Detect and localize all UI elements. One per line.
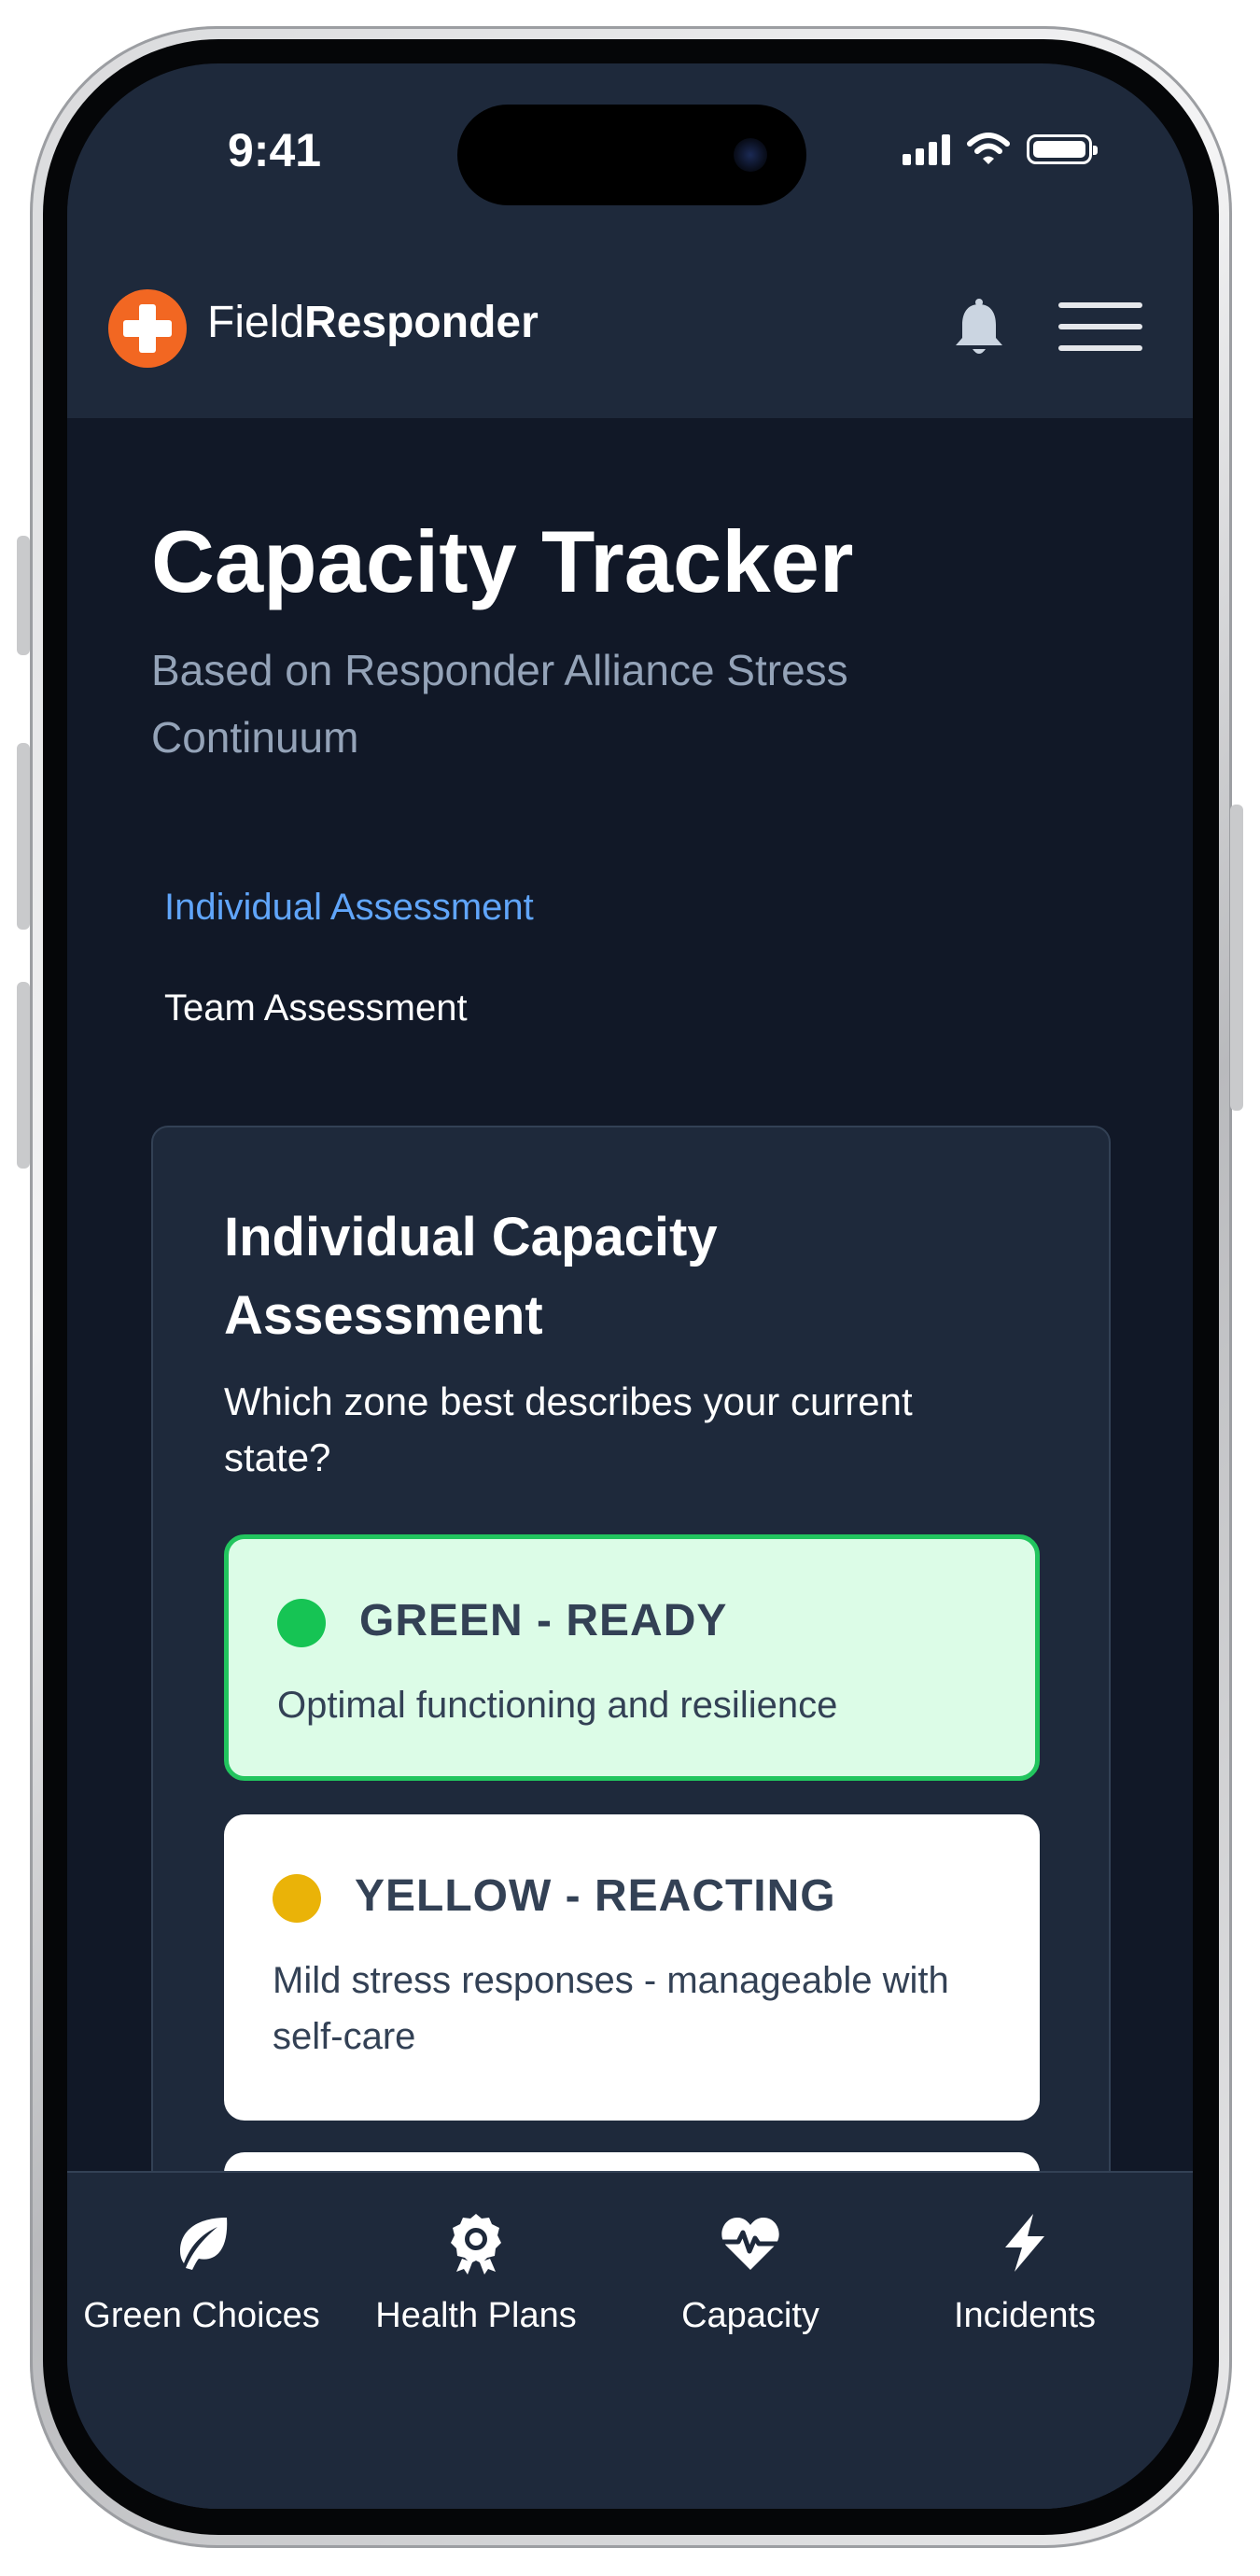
status-time: 9:41 — [228, 124, 322, 176]
battery-icon — [1027, 134, 1098, 164]
tab-individual-assessment[interactable]: Individual Assessment — [164, 887, 534, 929]
action-button — [17, 536, 30, 655]
zone-description: Mild stress responses - manageable with … — [273, 1960, 949, 2057]
brand-name-bold: Responder — [304, 298, 539, 347]
card-title: Individual Capacity Assessment — [224, 1207, 718, 1346]
medical-cross-logo-icon[interactable] — [108, 289, 187, 368]
award-badge-icon — [451, 2214, 501, 2275]
card-question: Which zone best describes your current s… — [224, 1379, 913, 1479]
wifi-icon — [967, 133, 1010, 164]
volume-up-button — [17, 743, 30, 930]
nav-item-health-plans[interactable]: Health Plans — [336, 2210, 616, 2336]
page-title: Capacity Tracker — [151, 512, 854, 610]
green-status-dot — [277, 1599, 326, 1647]
volume-down-button — [17, 982, 30, 1169]
power-button — [1230, 805, 1243, 1111]
zone-name: GREEN - READY — [359, 1596, 728, 1645]
brand-name-light: Field — [207, 298, 305, 347]
nav-label: Green Choices — [83, 2296, 320, 2335]
leaf-icon — [180, 2218, 228, 2270]
cellular-signal-icon — [903, 133, 950, 165]
hamburger-menu-icon[interactable] — [1058, 302, 1142, 358]
zone-option-yellow[interactable]: YELLOW - REACTING Mild stress responses … — [224, 1814, 1040, 2121]
dynamic-island — [457, 105, 806, 205]
tab-team-assessment[interactable]: Team Assessment — [164, 987, 468, 1029]
zone-option-green[interactable]: GREEN - READY Optimal functioning and re… — [224, 1534, 1040, 1781]
bell-icon[interactable] — [946, 297, 1012, 362]
nav-item-green-choices[interactable]: Green Choices — [67, 2210, 342, 2336]
page-subtitle: Based on Responder Alliance Stress Conti… — [151, 646, 848, 762]
nav-label: Health Plans — [375, 2296, 577, 2335]
status-icons — [903, 133, 1098, 166]
heart-pulse-icon — [721, 2218, 779, 2270]
nav-label: Incidents — [953, 2296, 1097, 2335]
phone-screen: 9:41 FieldResponder Capacity Tracker Bas… — [67, 63, 1193, 2509]
lightning-bolt-icon — [1005, 2214, 1044, 2272]
nav-label: Capacity — [681, 2296, 819, 2335]
nav-item-incidents[interactable]: Incidents — [885, 2210, 1165, 2336]
yellow-status-dot — [273, 1874, 321, 1923]
zone-name: YELLOW - REACTING — [355, 1871, 836, 1921]
zone-description: Optimal functioning and resilience — [277, 1685, 838, 1726]
brand-name[interactable]: FieldResponder — [207, 297, 539, 348]
front-camera — [734, 138, 767, 172]
nav-item-capacity[interactable]: Capacity — [610, 2210, 890, 2336]
